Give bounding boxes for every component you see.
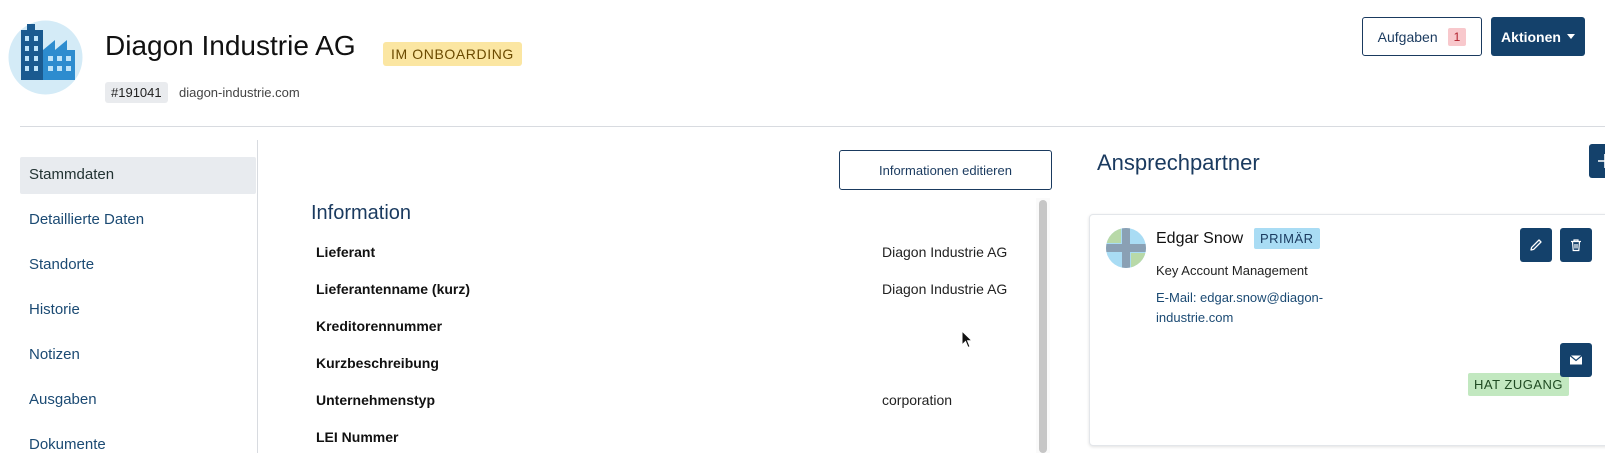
- scrollbar-thumb[interactable]: [1039, 200, 1047, 453]
- info-value: corporation: [882, 392, 953, 408]
- info-value: Diagon Industrie AG: [882, 281, 1008, 297]
- info-value: Diagon Industrie AG: [882, 244, 1008, 260]
- info-row-lei-nummer: LEI Nummer: [316, 429, 1016, 449]
- edit-contact-button[interactable]: [1520, 228, 1552, 262]
- caret-down-icon: [1566, 34, 1575, 39]
- avatar: [1106, 228, 1146, 268]
- tasks-button[interactable]: Aufgaben 1: [1362, 17, 1482, 56]
- info-row-lieferantenname: Lieferantenname (kurz) Diagon Industrie …: [316, 281, 1016, 301]
- sidebar-item-stammdaten[interactable]: Stammdaten: [20, 157, 256, 194]
- add-contact-button[interactable]: [1589, 144, 1605, 178]
- trash-icon: [1571, 239, 1581, 252]
- supplier-id: #191041: [105, 82, 168, 103]
- sidebar-nav: Stammdaten Detaillierte Daten Standorte …: [20, 157, 256, 453]
- edit-information-button[interactable]: Informationen editieren: [839, 150, 1052, 190]
- info-row-unternehmenstyp: Unternehmenstyp corporation: [316, 392, 1016, 412]
- actions-button-label: Aktionen: [1501, 28, 1561, 45]
- information-section-title: Information: [311, 202, 412, 224]
- info-label: LEI Nummer: [316, 429, 399, 445]
- tasks-button-label: Aufgaben: [1377, 28, 1438, 45]
- mouse-cursor-icon: [961, 330, 973, 349]
- contact-email-link[interactable]: E-Mail: edgar.snow@diagon-industrie.com: [1156, 288, 1356, 328]
- info-row-lieferant: Lieferant Diagon Industrie AG: [316, 244, 1016, 264]
- info-label: Kurzbeschreibung: [316, 355, 439, 371]
- sidebar-item-detaillierte-daten[interactable]: Detaillierte Daten: [20, 202, 256, 247]
- delete-contact-button[interactable]: [1560, 228, 1592, 262]
- sidebar-item-ausgaben[interactable]: Ausgaben: [20, 382, 256, 427]
- send-email-button[interactable]: [1560, 343, 1592, 377]
- info-label: Lieferant: [316, 244, 376, 260]
- sidebar-item-historie[interactable]: Historie: [20, 292, 256, 337]
- tasks-count-badge: 1: [1447, 27, 1467, 46]
- info-label: Lieferantenname (kurz): [316, 281, 471, 297]
- actions-dropdown-button[interactable]: Aktionen: [1491, 17, 1585, 56]
- header-divider: [20, 126, 1605, 127]
- info-row-kreditorennummer: Kreditorennummer: [316, 318, 1016, 338]
- company-name: Diagon Industrie AG: [105, 30, 356, 61]
- contact-role: Key Account Management: [1156, 263, 1308, 278]
- plus-icon: [1598, 154, 1605, 168]
- onboarding-status-badge: IM ONBOARDING: [383, 42, 522, 66]
- sidebar-item-dokumente[interactable]: Dokumente: [20, 427, 256, 453]
- mail-icon: [1569, 355, 1583, 365]
- primary-contact-badge: PRIMÄR: [1254, 228, 1320, 249]
- contact-name: Edgar Snow: [1156, 230, 1244, 247]
- info-label: Unternehmenstyp: [316, 392, 436, 408]
- company-logo: [8, 20, 83, 95]
- sidebar-item-standorte[interactable]: Standorte: [20, 247, 256, 292]
- info-label: Kreditorennummer: [316, 318, 443, 334]
- access-status-badge: HAT ZUGANG: [1468, 373, 1570, 396]
- sidebar-item-notizen[interactable]: Notizen: [20, 337, 256, 382]
- contacts-section-title: Ansprechpartner: [1097, 150, 1260, 175]
- contact-card: Edgar Snow PRIMÄR Key Account Management…: [1089, 214, 1605, 446]
- company-domain: diagon-industrie.com: [179, 85, 300, 100]
- info-row-kurzbeschreibung: Kurzbeschreibung: [316, 355, 1016, 375]
- pencil-icon: [1530, 239, 1542, 251]
- sidebar-divider: [257, 140, 258, 453]
